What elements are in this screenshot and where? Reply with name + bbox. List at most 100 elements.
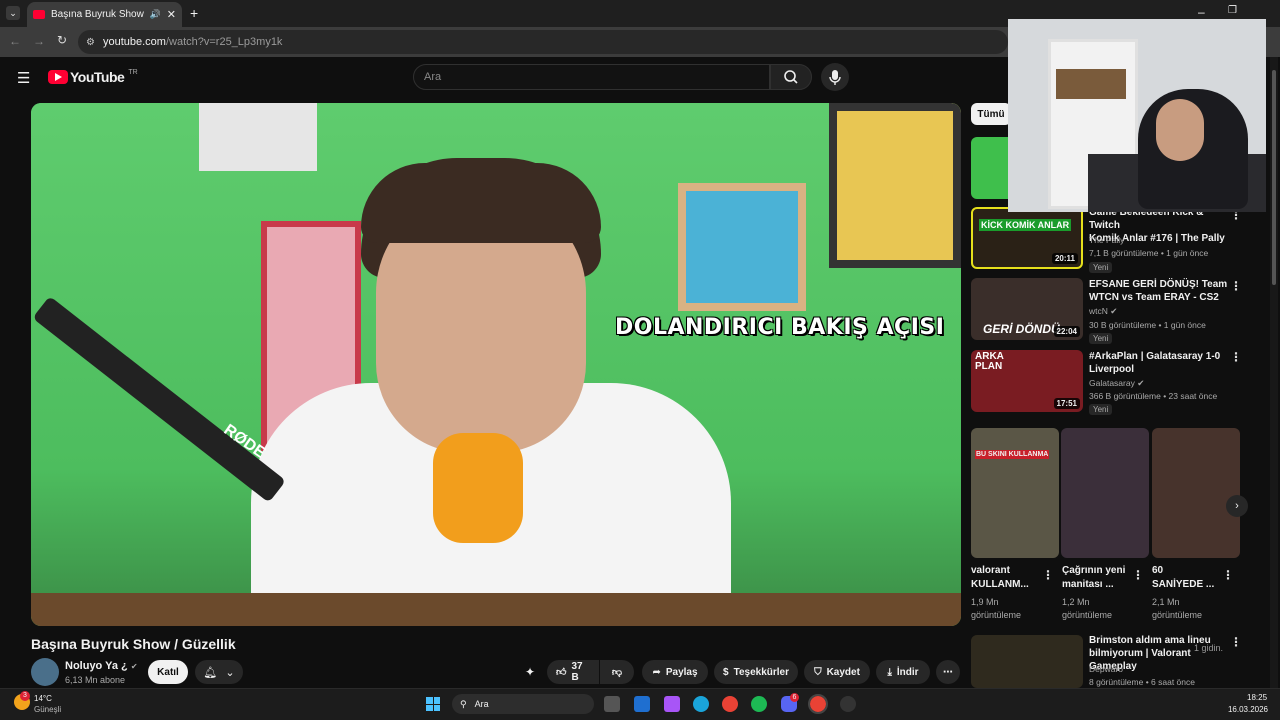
- search-button[interactable]: [770, 64, 812, 90]
- thumbnail-text: KİCK KOMİK ANLAR: [979, 219, 1072, 231]
- channel-name[interactable]: Noluyo Ya ¿ ✔: [65, 660, 138, 672]
- views-label: görüntüleme: [971, 610, 1022, 620]
- tab-search-button[interactable]: ⌄: [6, 6, 20, 20]
- outlook-icon[interactable]: [634, 696, 650, 712]
- views-value: 2,1 Mn: [1152, 597, 1180, 607]
- chip-all[interactable]: Tümü: [971, 103, 1011, 125]
- title-line: EFSANE GERİ DÖNÜŞ! Team: [1089, 279, 1228, 290]
- weather-temp: 14°C: [34, 694, 52, 703]
- dislike-button[interactable]: 👎︎: [600, 660, 634, 684]
- rail-item-channel[interactable]: Galatasaray ✔: [1089, 377, 1144, 390]
- notification-bell-button[interactable]: 🔔︎ ⌄: [195, 660, 243, 684]
- save-button[interactable]: ⛉ Kaydet: [804, 660, 870, 684]
- new-badge: Yeni: [1089, 404, 1113, 415]
- short-thumbnail[interactable]: BU SKINI KULLANMA: [971, 428, 1059, 558]
- title-line: valorant: [971, 565, 1010, 576]
- chrome-icon[interactable]: [722, 696, 738, 712]
- video-player[interactable]: RØDE DOLANDIRICI BAKIŞ AÇISI: [31, 103, 961, 626]
- weather-badge: 3: [20, 691, 30, 701]
- tab-close-icon[interactable]: ✕: [167, 8, 176, 21]
- edge-icon[interactable]: [693, 696, 709, 712]
- clock-time[interactable]: 18:25: [1247, 693, 1267, 702]
- forward-icon[interactable]: →: [33, 34, 45, 48]
- windows-logo-tile: [426, 704, 433, 711]
- more-vertical-icon[interactable]: ⋮: [1230, 279, 1242, 293]
- like-count: 37 B: [571, 661, 583, 683]
- share-label: Paylaş: [665, 666, 698, 678]
- scrollbar-thumb[interactable]: [1272, 70, 1276, 285]
- title-line: #ArkaPlan | Galatasaray 1-0: [1089, 351, 1221, 362]
- windows-start-icon[interactable]: [426, 697, 440, 711]
- more-vertical-icon[interactable]: ⋮: [1132, 568, 1144, 582]
- short-views: 2,1 Mn görüntüleme: [1152, 596, 1202, 622]
- new-tab-button[interactable]: +: [190, 5, 198, 21]
- voice-search-button[interactable]: [821, 63, 849, 91]
- thumbs-up-icon: 👍︎: [556, 667, 567, 678]
- channel-name-text: Noluyo Ya ¿: [65, 660, 128, 672]
- chrome-active-icon[interactable]: [808, 694, 828, 714]
- short-thumbnail[interactable]: [1152, 428, 1240, 558]
- rail-item-title[interactable]: EFSANE GERİ DÖNÜŞ! Team WTCN vs Team ERAY…: [1089, 278, 1229, 304]
- rail-thumbnail[interactable]: ARKA PLAN 17:51: [971, 350, 1083, 412]
- video-duration: 17:51: [1053, 398, 1080, 409]
- more-vertical-icon[interactable]: ⋮: [1230, 635, 1242, 649]
- copilot-icon[interactable]: [664, 696, 680, 712]
- rail-item-channel[interactable]: Depwaro: [1089, 663, 1123, 676]
- short-title[interactable]: Çağrının yeni manitası ...: [1062, 564, 1132, 592]
- restore-button[interactable]: ❐: [1228, 5, 1237, 16]
- more-actions-button[interactable]: ⋯: [936, 660, 960, 684]
- more-vertical-icon[interactable]: ⋮: [1222, 568, 1234, 582]
- hamburger-menu-icon[interactable]: ☰: [17, 69, 30, 87]
- video-caption-overlay: DOLANDIRICI BAKIŞ AÇISI: [615, 315, 945, 340]
- share-button[interactable]: ➦ Paylaş: [642, 660, 708, 684]
- reload-icon[interactable]: ↻: [57, 33, 67, 47]
- webcam-face: [1156, 99, 1204, 161]
- views-label: görüntüleme: [1152, 610, 1203, 620]
- ai-sparkle-icon[interactable]: ✦: [525, 665, 535, 679]
- shorts-next-button[interactable]: ›: [1226, 495, 1248, 517]
- title-line: SANİYEDE ...: [1152, 579, 1215, 590]
- chevron-down-icon: ⌄: [225, 666, 235, 679]
- address-bar[interactable]: ⚙ youtube.com/watch?v=r25_Lp3my1k: [78, 30, 1008, 54]
- short-title[interactable]: 60 SANİYEDE ...: [1152, 564, 1222, 592]
- search-input[interactable]: Ara: [413, 64, 770, 90]
- youtube-logo[interactable]: YouTube TR: [48, 69, 138, 85]
- thanks-button[interactable]: $ Teşekkürler: [714, 660, 798, 684]
- taskbar-search[interactable]: ⚲ Ara: [452, 694, 594, 714]
- join-button[interactable]: Katıl: [148, 660, 188, 684]
- more-vertical-icon[interactable]: ⋮: [1230, 350, 1242, 364]
- rail-item-title[interactable]: #ArkaPlan | Galatasaray 1-0 Liverpool: [1089, 350, 1229, 376]
- app-icon[interactable]: [840, 696, 856, 712]
- rail-thumbnail[interactable]: KİCK KOMİK ANLAR 20:11: [971, 207, 1083, 269]
- minimize-button[interactable]: –: [1198, 5, 1205, 19]
- back-icon[interactable]: ←: [9, 34, 21, 48]
- thumbnail-text: BU SKINI KULLANMA: [975, 450, 1050, 459]
- site-info-icon[interactable]: ⚙: [86, 37, 95, 48]
- title-line: Liverpool: [1089, 364, 1135, 375]
- title-line: KULLANM...: [971, 579, 1029, 590]
- new-badge: Yeni: [1089, 333, 1113, 344]
- task-view-icon[interactable]: [604, 696, 620, 712]
- short-title[interactable]: valorant KULLANM...: [971, 564, 1041, 592]
- verified-icon: ✔: [130, 662, 138, 671]
- browser-tab-active[interactable]: Başına Buyruk Show / Güze 🔊 ✕: [27, 2, 182, 27]
- like-button[interactable]: 👍︎ 37 B: [547, 660, 599, 684]
- rail-thumbnail[interactable]: [971, 635, 1083, 688]
- thanks-icon: $: [723, 666, 729, 678]
- thumbs-down-icon: 👎︎: [611, 667, 623, 678]
- download-button[interactable]: ⤓ İndir: [876, 660, 930, 684]
- rail-item-channel[interactable]: The Pally: [1089, 234, 1124, 247]
- video-desk: [31, 593, 961, 626]
- rail-item-channel[interactable]: wtcN ✔: [1089, 305, 1117, 318]
- save-label: Kaydet: [826, 666, 860, 678]
- spotify-icon[interactable]: [751, 696, 767, 712]
- rail-thumbnail[interactable]: GERİ DÖNDÜ 22:04: [971, 278, 1083, 340]
- speaker-icon[interactable]: 🔊: [150, 9, 161, 20]
- webcam-overlay: [1008, 19, 1266, 212]
- more-vertical-icon[interactable]: ⋮: [1042, 568, 1054, 582]
- channel-avatar[interactable]: [31, 658, 59, 686]
- short-thumbnail[interactable]: [1061, 428, 1149, 558]
- webcam-books: [1056, 69, 1126, 99]
- clock-date[interactable]: 16.03.2026: [1222, 705, 1268, 714]
- tab-title: Başına Buyruk Show / Güze: [51, 9, 144, 20]
